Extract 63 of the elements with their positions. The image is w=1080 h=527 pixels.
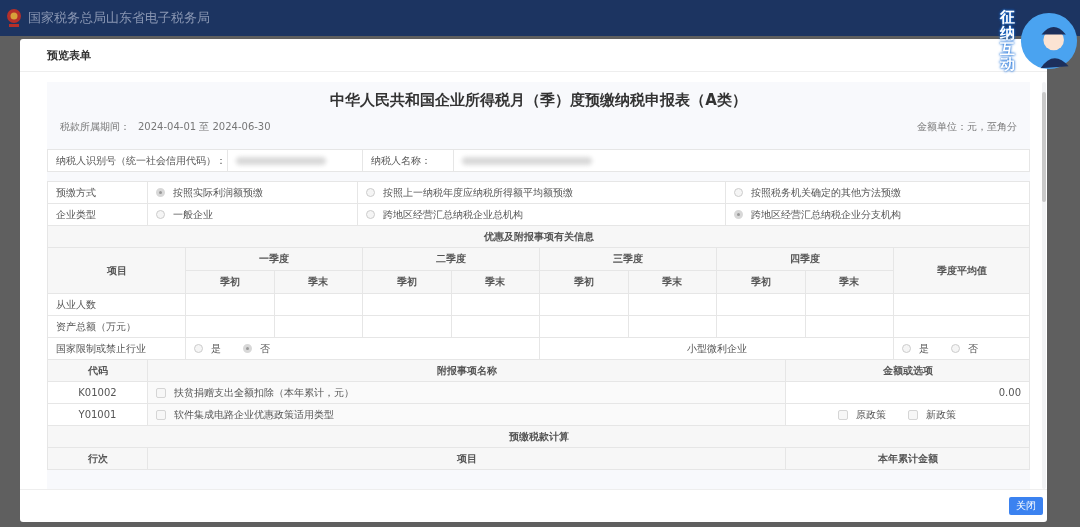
option-label: 按照实际利润额预缴	[173, 185, 263, 200]
option-label: 一般企业	[173, 207, 213, 222]
radio-button[interactable]	[366, 188, 375, 197]
section-title: 优惠及附报事项有关信息	[47, 225, 1030, 248]
radio-button[interactable]	[951, 344, 960, 353]
row-label: 国家限制或禁止行业	[47, 337, 186, 360]
radio-button[interactable]	[366, 210, 375, 219]
column-header: 项目	[147, 447, 786, 470]
column-header: 代码	[47, 359, 148, 382]
column-header: 本年累计金额	[785, 447, 1030, 470]
code-cell: Y01001	[47, 403, 148, 426]
column-header: 行次	[47, 447, 148, 470]
option-label: 是	[211, 341, 221, 356]
period-value: 2024-04-01 至 2024-06-30	[138, 120, 271, 134]
column-header: 金额或选项	[785, 359, 1030, 382]
row-label: 企业类型	[47, 203, 148, 226]
period-label: 税款所属期间：	[60, 120, 130, 134]
radio-button[interactable]	[734, 188, 743, 197]
close-button[interactable]: 关闭	[1009, 497, 1043, 515]
radio-button[interactable]	[156, 210, 165, 219]
checkbox[interactable]	[156, 409, 166, 420]
column-header: 季度平均值	[893, 247, 1030, 294]
option-label: 是	[919, 341, 929, 356]
column-header: 四季度	[716, 247, 894, 271]
field-label: 纳税人名称：	[362, 149, 454, 172]
column-header: 三季度	[539, 247, 717, 271]
option-label: 否	[260, 341, 270, 356]
checkbox[interactable]	[907, 409, 918, 420]
option-label: 跨地区经营汇总纳税企业总机构	[383, 207, 523, 222]
option-label: 按照税务机关确定的其他方法预缴	[751, 185, 901, 200]
column-header: 一季度	[185, 247, 363, 271]
scrollbar[interactable]	[1042, 82, 1046, 489]
option-label: 按照上一纳税年度应纳税所得额平均额预缴	[383, 185, 573, 200]
code-cell: K01002	[47, 381, 148, 404]
checkbox[interactable]	[156, 387, 166, 398]
section-title: 预缴税款计算	[47, 425, 1030, 448]
option-label: 否	[968, 341, 978, 356]
row-label: 从业人数	[47, 293, 186, 316]
option-label: 原政策	[855, 407, 886, 422]
radio-button[interactable]	[243, 344, 252, 353]
form-title: 中华人民共和国企业所得税月（季）度预缴纳税申报表（A类）	[329, 90, 748, 110]
emblem-icon	[6, 8, 22, 28]
column-header: 二季度	[362, 247, 540, 271]
portal-title: 国家税务总局山东省电子税务局	[28, 9, 210, 27]
column-header: 项目	[47, 247, 186, 294]
dialog-title: 预览表单	[47, 47, 91, 63]
row-label: 预缴方式	[47, 181, 148, 204]
row-label: 资产总额（万元）	[47, 315, 186, 338]
radio-button[interactable]	[156, 188, 165, 197]
amount-cell: 0.00	[785, 381, 1030, 404]
row-label: 小型微利企业	[539, 337, 894, 360]
assistant-label: 征纳互动	[1000, 10, 1015, 73]
option-label: 新政策	[925, 407, 956, 422]
unit-note: 金额单位：元，至角分	[917, 120, 1017, 134]
item-name: 软件集成电路企业优惠政策适用类型	[174, 407, 334, 422]
item-name: 扶贫捐赠支出全额扣除（本年累计，元）	[174, 385, 354, 400]
radio-button[interactable]	[902, 344, 911, 353]
radio-button[interactable]	[734, 210, 743, 219]
option-label: 跨地区经营汇总纳税企业分支机构	[751, 207, 901, 222]
column-header: 附报事项名称	[147, 359, 786, 382]
radio-button[interactable]	[194, 344, 203, 353]
field-label: 纳税人识别号（统一社会信用代码）：	[47, 149, 228, 172]
checkbox[interactable]	[837, 409, 848, 420]
